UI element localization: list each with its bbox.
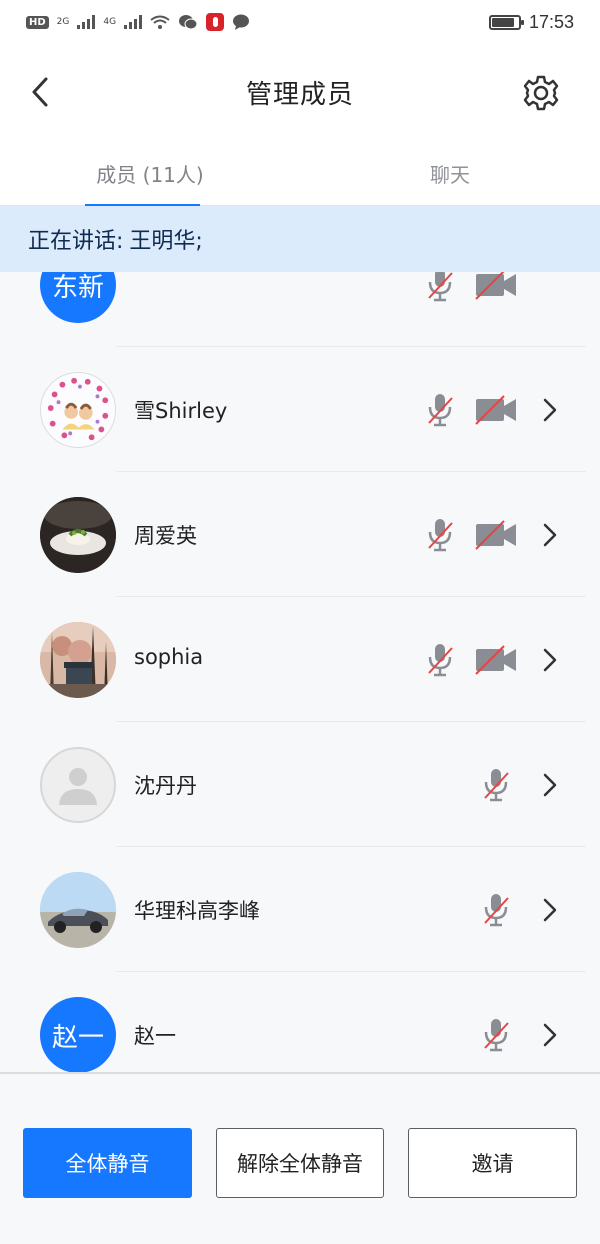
speaking-banner: 正在讲话: 王明华; xyxy=(0,206,600,272)
settings-button[interactable] xyxy=(520,72,562,114)
chevron-left-icon xyxy=(32,77,48,107)
manage-members-screen: HD 2G 4G 17:53 管理成员 成员 (11人) 聊天 正在讲话: 王明… xyxy=(0,0,600,1244)
member-name: 沈丹丹 xyxy=(134,774,197,798)
header: 管理成员 xyxy=(0,44,600,140)
user-placeholder-icon xyxy=(59,768,97,805)
member-row[interactable]: 东新 xyxy=(0,272,600,347)
avatar xyxy=(40,497,116,573)
camera-off-icon[interactable] xyxy=(474,645,518,675)
avatar xyxy=(40,747,116,823)
tab-members[interactable]: 成员 (11人) xyxy=(0,140,300,207)
chat-bubble-icon xyxy=(233,14,250,30)
mic-muted-icon[interactable] xyxy=(481,892,511,928)
member-list[interactable]: 东新 雪Shirley 周爱英 sophia 沈丹丹 华理科高李峰 赵一 赵一 xyxy=(0,272,600,1072)
hd-badge: HD xyxy=(26,15,49,29)
back-button[interactable] xyxy=(22,74,58,110)
chevron-right-icon[interactable] xyxy=(538,771,562,799)
camera-off-icon[interactable] xyxy=(474,395,518,425)
signal-icon xyxy=(77,15,96,29)
mic-muted-icon[interactable] xyxy=(425,392,455,428)
recording-mic-icon xyxy=(206,13,225,31)
mute-all-button[interactable]: 全体静音 xyxy=(23,1128,192,1198)
tab-members-label: 成员 (11人) xyxy=(96,162,204,187)
mic-muted-icon[interactable] xyxy=(481,767,511,803)
member-row[interactable]: 周爱英 xyxy=(0,472,600,597)
avatar xyxy=(40,372,116,448)
network-4g-label: 4G xyxy=(103,17,117,27)
wifi-icon xyxy=(150,15,170,29)
chevron-right-icon[interactable] xyxy=(538,646,562,674)
chevron-right-icon[interactable] xyxy=(538,396,562,424)
avatar-photo-hearts xyxy=(41,373,115,447)
avatar: 东新 xyxy=(40,272,116,323)
member-row[interactable]: 雪Shirley xyxy=(0,347,600,472)
status-bar: HD 2G 4G 17:53 xyxy=(0,0,600,44)
battery-icon xyxy=(488,14,524,30)
tab-chat-label: 聊天 xyxy=(430,162,470,187)
network-2g-label: 2G xyxy=(56,17,70,27)
speaking-prefix: 正在讲话: xyxy=(28,229,124,254)
avatar-photo-trees xyxy=(40,622,116,698)
signal-icon xyxy=(124,15,143,29)
chevron-right-icon[interactable] xyxy=(538,1021,562,1049)
camera-off-icon[interactable] xyxy=(474,520,518,550)
wechat-icon xyxy=(179,15,198,30)
avatar: 赵一 xyxy=(40,997,116,1072)
unmute-all-button[interactable]: 解除全体静音 xyxy=(216,1128,384,1198)
bottom-action-bar: 全体静音 解除全体静音 邀请 xyxy=(0,1072,600,1244)
status-left: HD 2G 4G xyxy=(26,13,250,31)
camera-off-icon[interactable] xyxy=(474,272,518,300)
avatar-photo-car xyxy=(40,872,116,948)
invite-button[interactable]: 邀请 xyxy=(408,1128,577,1198)
status-time: 17:53 xyxy=(528,11,574,32)
avatar xyxy=(40,622,116,698)
member-name: 周爱英 xyxy=(134,524,197,548)
avatar-photo-dish xyxy=(40,497,116,573)
tab-bar: 成员 (11人) 聊天 xyxy=(0,140,600,207)
chevron-right-icon[interactable] xyxy=(538,896,562,924)
member-name: sophia xyxy=(134,645,204,669)
mic-muted-icon[interactable] xyxy=(425,642,455,678)
mic-muted-icon[interactable] xyxy=(481,1017,511,1053)
avatar xyxy=(40,872,116,948)
chevron-right-icon[interactable] xyxy=(538,521,562,549)
member-name: 赵一 xyxy=(134,1024,176,1048)
member-row[interactable]: sophia xyxy=(0,597,600,722)
avatar-initials: 东新 xyxy=(51,272,104,303)
speaking-name: 王明华; xyxy=(129,229,203,254)
member-name: 雪Shirley xyxy=(134,399,228,423)
tab-chat[interactable]: 聊天 xyxy=(300,140,600,206)
page-title: 管理成员 xyxy=(245,79,354,110)
mic-muted-icon[interactable] xyxy=(425,517,455,553)
avatar-initials: 赵一 xyxy=(51,1022,104,1053)
gear-icon xyxy=(523,75,559,111)
mic-muted-icon[interactable] xyxy=(425,272,455,303)
member-name: 华理科高李峰 xyxy=(134,899,260,923)
member-row[interactable]: 华理科高李峰 xyxy=(0,847,600,972)
members-scroll: 东新 雪Shirley 周爱英 sophia 沈丹丹 华理科高李峰 赵一 赵一 xyxy=(0,272,600,1072)
status-right: 17:53 xyxy=(488,11,574,33)
member-row[interactable]: 沈丹丹 xyxy=(0,722,600,847)
member-row[interactable]: 赵一 赵一 xyxy=(0,972,600,1072)
